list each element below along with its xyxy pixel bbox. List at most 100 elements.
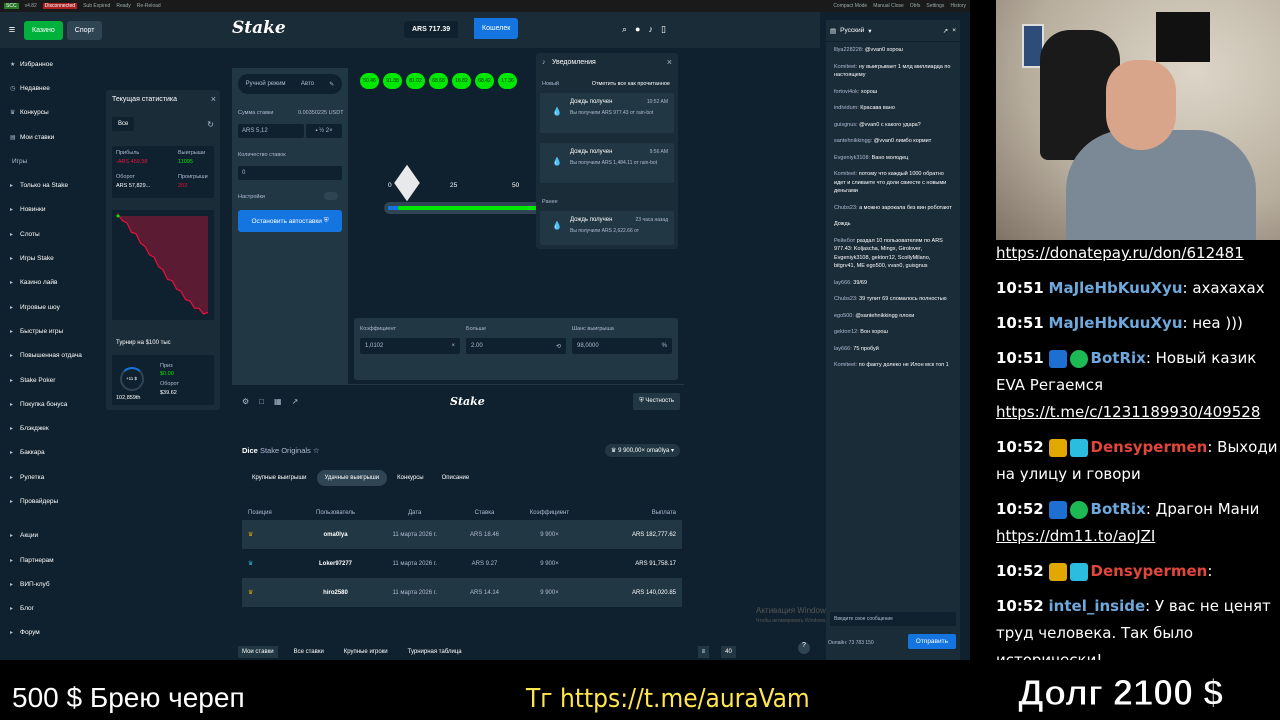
- chat-toggle-icon[interactable]: ▯: [661, 24, 666, 35]
- close-icon[interactable]: ×: [211, 94, 216, 104]
- tab-description[interactable]: Описание: [434, 470, 478, 486]
- tab-my-bets[interactable]: Мои ставки: [238, 646, 278, 658]
- chat-username[interactable]: Evgeniyk3108:: [834, 155, 870, 161]
- settings-toggle[interactable]: [324, 192, 338, 200]
- fairness-button[interactable]: ⛨ Честность: [633, 393, 680, 410]
- notification-item[interactable]: 💧 Дождь получен 23 часа назад Вы получил…: [540, 211, 674, 245]
- extension-reload[interactable]: Re-Reload: [137, 3, 161, 9]
- edit-icon[interactable]: ✎: [329, 81, 334, 88]
- bell-icon[interactable]: ♪: [648, 24, 653, 35]
- sidebar-item-recent[interactable]: ◷ Недавнее: [0, 76, 96, 100]
- balance-display[interactable]: ARS 717.39: [404, 21, 459, 38]
- sidebar-item[interactable]: ▸ Игры Stake: [0, 246, 96, 270]
- notification-item[interactable]: 💧 Дождь получен 10:52 AM Вы получили ARS…: [540, 93, 674, 133]
- gear-icon[interactable]: ⚙: [242, 397, 249, 406]
- compact-mode[interactable]: Compact Mode: [833, 3, 867, 9]
- chat-username[interactable]: Chubs23:: [834, 296, 858, 302]
- send-button[interactable]: Отправить: [907, 634, 956, 649]
- multiplier-input[interactable]: 1,0102 ×: [360, 338, 460, 354]
- chat-username[interactable]: individum:: [834, 105, 859, 111]
- sidebar-item[interactable]: ▸ Казино лайв: [0, 271, 96, 295]
- fullscreen-icon[interactable]: □: [259, 397, 264, 406]
- chat-username[interactable]: Komiteet:: [834, 362, 857, 368]
- message-link[interactable]: https://t.me/c/1231189930/409528: [996, 403, 1260, 421]
- sidebar-item-my-bets[interactable]: ▤ Мои ставки: [0, 125, 96, 149]
- manual-mode-tab[interactable]: Ручной режим: [246, 81, 286, 87]
- chat-username[interactable]: lay666:: [834, 346, 852, 352]
- sidebar-item[interactable]: ▸ Блэкджек: [0, 416, 96, 440]
- result-pill[interactable]: 17.36: [498, 73, 517, 89]
- search-icon[interactable]: ⌕: [622, 24, 627, 35]
- sport-button[interactable]: Спорт: [66, 20, 103, 40]
- result-pill[interactable]: 91.38: [383, 73, 402, 89]
- chat-username[interactable]: fortovi4ok:: [834, 89, 859, 95]
- tab-lucky-wins[interactable]: Удачные выигрыши: [316, 470, 388, 486]
- sidebar-item[interactable]: ▸ Партнерам: [0, 548, 96, 572]
- casino-button[interactable]: Казино: [24, 20, 63, 40]
- chart-icon[interactable]: ▦: [274, 397, 282, 406]
- stake-logo[interactable]: Stake: [232, 18, 286, 38]
- bet-amount-input[interactable]: ARS 5,12: [238, 124, 304, 138]
- stop-autobet-button[interactable]: Остановить автоставки ⛨: [238, 210, 342, 232]
- ext-history[interactable]: History: [950, 3, 966, 9]
- stats-filter-select[interactable]: Все: [112, 117, 135, 131]
- win-chance-input[interactable]: 98,0000%: [572, 338, 672, 354]
- result-pill[interactable]: 16.82: [452, 73, 471, 89]
- table-row[interactable]: ♛ Loker97277 11 марта 2026 г. ARS 9.27 9 900…: [242, 549, 682, 578]
- chat-username[interactable]: guisgnus:: [834, 122, 858, 128]
- table-row[interactable]: ♛ oma0lya 11 марта 2026 г. ARS 18.46 9 900× A…: [242, 520, 682, 549]
- tab-high-rollers[interactable]: Крупные игроки: [340, 646, 392, 658]
- chat-username[interactable]: Komiteet:: [834, 64, 857, 70]
- sidebar-item[interactable]: ▸ Покупка бонуса: [0, 392, 96, 416]
- wallet-button[interactable]: Кошелек: [474, 18, 519, 39]
- obfs-button[interactable]: Obfs: [910, 3, 921, 9]
- star-icon[interactable]: ☆: [313, 446, 320, 455]
- result-pill[interactable]: 81.02: [406, 73, 425, 89]
- chat-input[interactable]: Введите свое сообщение: [830, 612, 956, 626]
- game-provider[interactable]: Stake Originals: [260, 446, 311, 455]
- sidebar-item[interactable]: ▸ Игровые шоу: [0, 295, 96, 319]
- tab-big-wins[interactable]: Крупные выигрыши: [244, 470, 315, 486]
- support-icon[interactable]: ?: [798, 642, 810, 654]
- table-row[interactable]: ♛ hiro2580 11 марта 2026 г. ARS 14.14 9 900×…: [242, 578, 682, 607]
- chat-username[interactable]: Komiteet:: [834, 171, 857, 177]
- sidebar-item[interactable]: ▸ Повышенная отдача: [0, 344, 96, 368]
- chat-username[interactable]: lay666:: [834, 280, 852, 286]
- result-pill[interactable]: 50.46: [360, 73, 379, 89]
- notification-item[interactable]: 💧 Дождь получен 9:56 AM Вы получили ARS …: [540, 143, 674, 183]
- user-cell[interactable]: Loker97277: [299, 549, 373, 578]
- sidebar-item[interactable]: ▸ Акции: [0, 524, 96, 548]
- popout-icon[interactable]: ↗: [292, 397, 299, 406]
- top-multiplier-badge[interactable]: ♛ 9 900,00× oma0lya ▾: [605, 444, 680, 457]
- message-link[interactable]: https://donatepay.ru/don/612481: [996, 244, 1244, 262]
- refresh-icon[interactable]: ↻: [207, 120, 214, 129]
- filter-icon[interactable]: ≡: [697, 646, 710, 658]
- message-link[interactable]: https://dm11.to/aoJZI: [996, 527, 1155, 545]
- manual-close[interactable]: Manual Close: [873, 3, 904, 9]
- chat-username[interactable]: Рейнбот: [834, 238, 855, 244]
- result-pill[interactable]: 68.68: [429, 73, 448, 89]
- chat-username[interactable]: lllya228228:: [834, 47, 863, 53]
- roll-over-input[interactable]: 2.00 ⟲: [466, 338, 566, 354]
- tab-all-bets[interactable]: Все ставки: [290, 646, 328, 658]
- rows-count-select[interactable]: 40: [721, 646, 736, 658]
- popout-icon[interactable]: ↗: [943, 27, 948, 35]
- sidebar-item[interactable]: ▸ Форум: [0, 621, 96, 645]
- tab-contests[interactable]: Конкурсы: [389, 470, 431, 486]
- sidebar-item[interactable]: ▸ Stake Poker: [0, 368, 96, 392]
- close-icon[interactable]: ×: [952, 27, 956, 34]
- sidebar-item[interactable]: ▸ Провайдеры: [0, 489, 96, 513]
- mark-all-read-link[interactable]: Отметить все как прочитанное: [592, 81, 670, 87]
- sidebar-item[interactable]: ▸ ВИП-клуб: [0, 572, 96, 596]
- chat-username[interactable]: ego500:: [834, 313, 854, 319]
- bet-multiplier-buttons[interactable]: ▪ ½ 2×: [306, 124, 342, 138]
- chat-username[interactable]: gektorr12:: [834, 329, 859, 335]
- auto-mode-tab[interactable]: Авто: [301, 81, 314, 87]
- sidebar-item[interactable]: ▸ Баккара: [0, 441, 96, 465]
- sidebar-item[interactable]: ▸ Быстрые игры: [0, 319, 96, 343]
- sidebar-item[interactable]: ▸ Слоты: [0, 222, 96, 246]
- sidebar-item[interactable]: ▸ Новинки: [0, 198, 96, 222]
- chat-username[interactable]: santehnikkingg:: [834, 138, 872, 144]
- tournament-title[interactable]: Турнир на $100 тыс: [116, 340, 171, 346]
- close-icon[interactable]: ×: [667, 57, 672, 67]
